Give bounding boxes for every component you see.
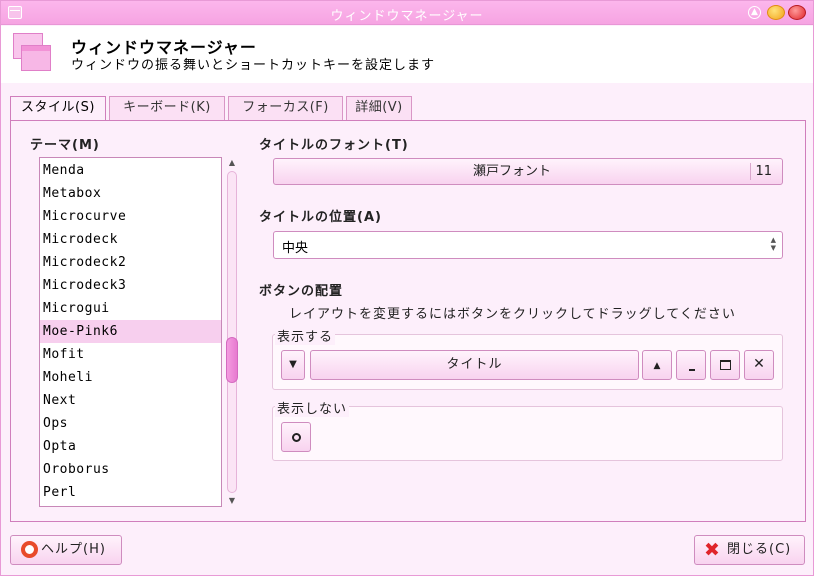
close-button[interactable]: ✕ [744,350,774,380]
close-icon: ✖ [704,539,721,561]
title-button[interactable]: タイトル [310,350,639,380]
close-window-icon[interactable] [788,5,806,20]
minimize-icon[interactable] [767,5,785,20]
scrollbar-track[interactable] [227,171,237,493]
minimize-button[interactable] [676,350,706,380]
lifebuoy-icon [21,541,38,558]
font-label: タイトルのフォント(T) [259,138,409,153]
theme-list-item[interactable]: Oroborus [40,458,221,481]
theme-list-item[interactable]: Microcurve [40,205,221,228]
shown-label: 表示する [275,326,336,345]
maximize-button[interactable] [710,350,740,380]
shade-icon[interactable]: ▲ [748,6,761,19]
hidden-label: 表示しない [275,398,350,417]
theme-list-item[interactable]: Moe-Pink6 [40,320,221,343]
tab-keyboard[interactable]: キーボード(K) [109,96,225,120]
scroll-up-icon[interactable]: ▲ [226,157,238,169]
close-label: 閉じる(C) [727,542,792,557]
shown-buttons-area[interactable]: ▼ タイトル ▲ ✕ [272,334,783,390]
scrollbar-thumb[interactable] [226,337,238,383]
theme-list-item[interactable]: Metabox [40,182,221,205]
font-size: 11 [755,164,772,179]
font-name: 瀬戸フォント [472,164,551,179]
theme-list-item[interactable]: Menda [40,159,221,182]
tab-style[interactable]: スタイル(S) [10,96,106,121]
theme-list-item[interactable]: Perl [40,481,221,504]
close-dialog-button[interactable]: ✖ 閉じる(C) [694,535,805,565]
position-label: タイトルの位置(A) [259,210,382,225]
font-button[interactable]: 瀬戸フォント 11 [273,158,783,185]
help-button[interactable]: ヘルプ(H) [10,535,122,565]
window: ウィンドウマネージャー ▲ ウィンドウマネージャー ウィンドウの振る舞いとショー… [0,0,814,576]
buttons-label: ボタンの配置 [259,284,344,299]
window-manager-icon [13,33,51,73]
theme-list-item[interactable]: Microdeck3 [40,274,221,297]
updown-icon: ▲ ▼ [770,236,776,252]
theme-list[interactable]: Menda Metabox Microcurve Microdeck Microdeck… [39,157,222,507]
theme-label: テーマ(M) [30,138,100,153]
stick-button[interactable] [281,422,311,452]
titlebar[interactable]: ウィンドウマネージャー ▲ [1,1,813,25]
tab-advanced[interactable]: 詳細(V) [346,96,412,120]
menu-dropdown-button[interactable]: ▼ [281,350,305,380]
style-panel: テーマ(M) Menda Metabox Microcurve Microdeck Mi… [10,120,806,522]
buttons-hint: レイアウトを変更するにはボタンをクリックしてドラッグしてください [289,307,736,322]
theme-list-item[interactable]: Ops [40,412,221,435]
position-value: 中央 [282,241,309,256]
theme-list-scrollbar[interactable]: ▲ ▼ [225,157,239,507]
theme-list-item[interactable]: Microdeck2 [40,251,221,274]
shade-button[interactable]: ▲ [642,350,672,380]
help-label: ヘルプ(H) [41,542,106,557]
position-select[interactable]: 中央 ▲ ▼ [273,231,783,259]
header-subtitle: ウィンドウの振る舞いとショートカットキーを設定します [71,58,436,73]
tab-focus[interactable]: フォーカス(F) [228,96,343,120]
window-title: ウィンドウマネージャー [330,9,484,24]
scroll-down-icon[interactable]: ▼ [226,495,238,507]
theme-list-item[interactable]: Mofit [40,343,221,366]
theme-list-item[interactable]: Opta [40,435,221,458]
theme-list-item[interactable]: Microdeck [40,228,221,251]
dialog-header: ウィンドウマネージャー ウィンドウの振る舞いとショートカットキーを設定します [1,26,813,83]
theme-list-item[interactable]: Microgui [40,297,221,320]
theme-list-item[interactable]: Moheli [40,366,221,389]
theme-list-item[interactable]: Next [40,389,221,412]
